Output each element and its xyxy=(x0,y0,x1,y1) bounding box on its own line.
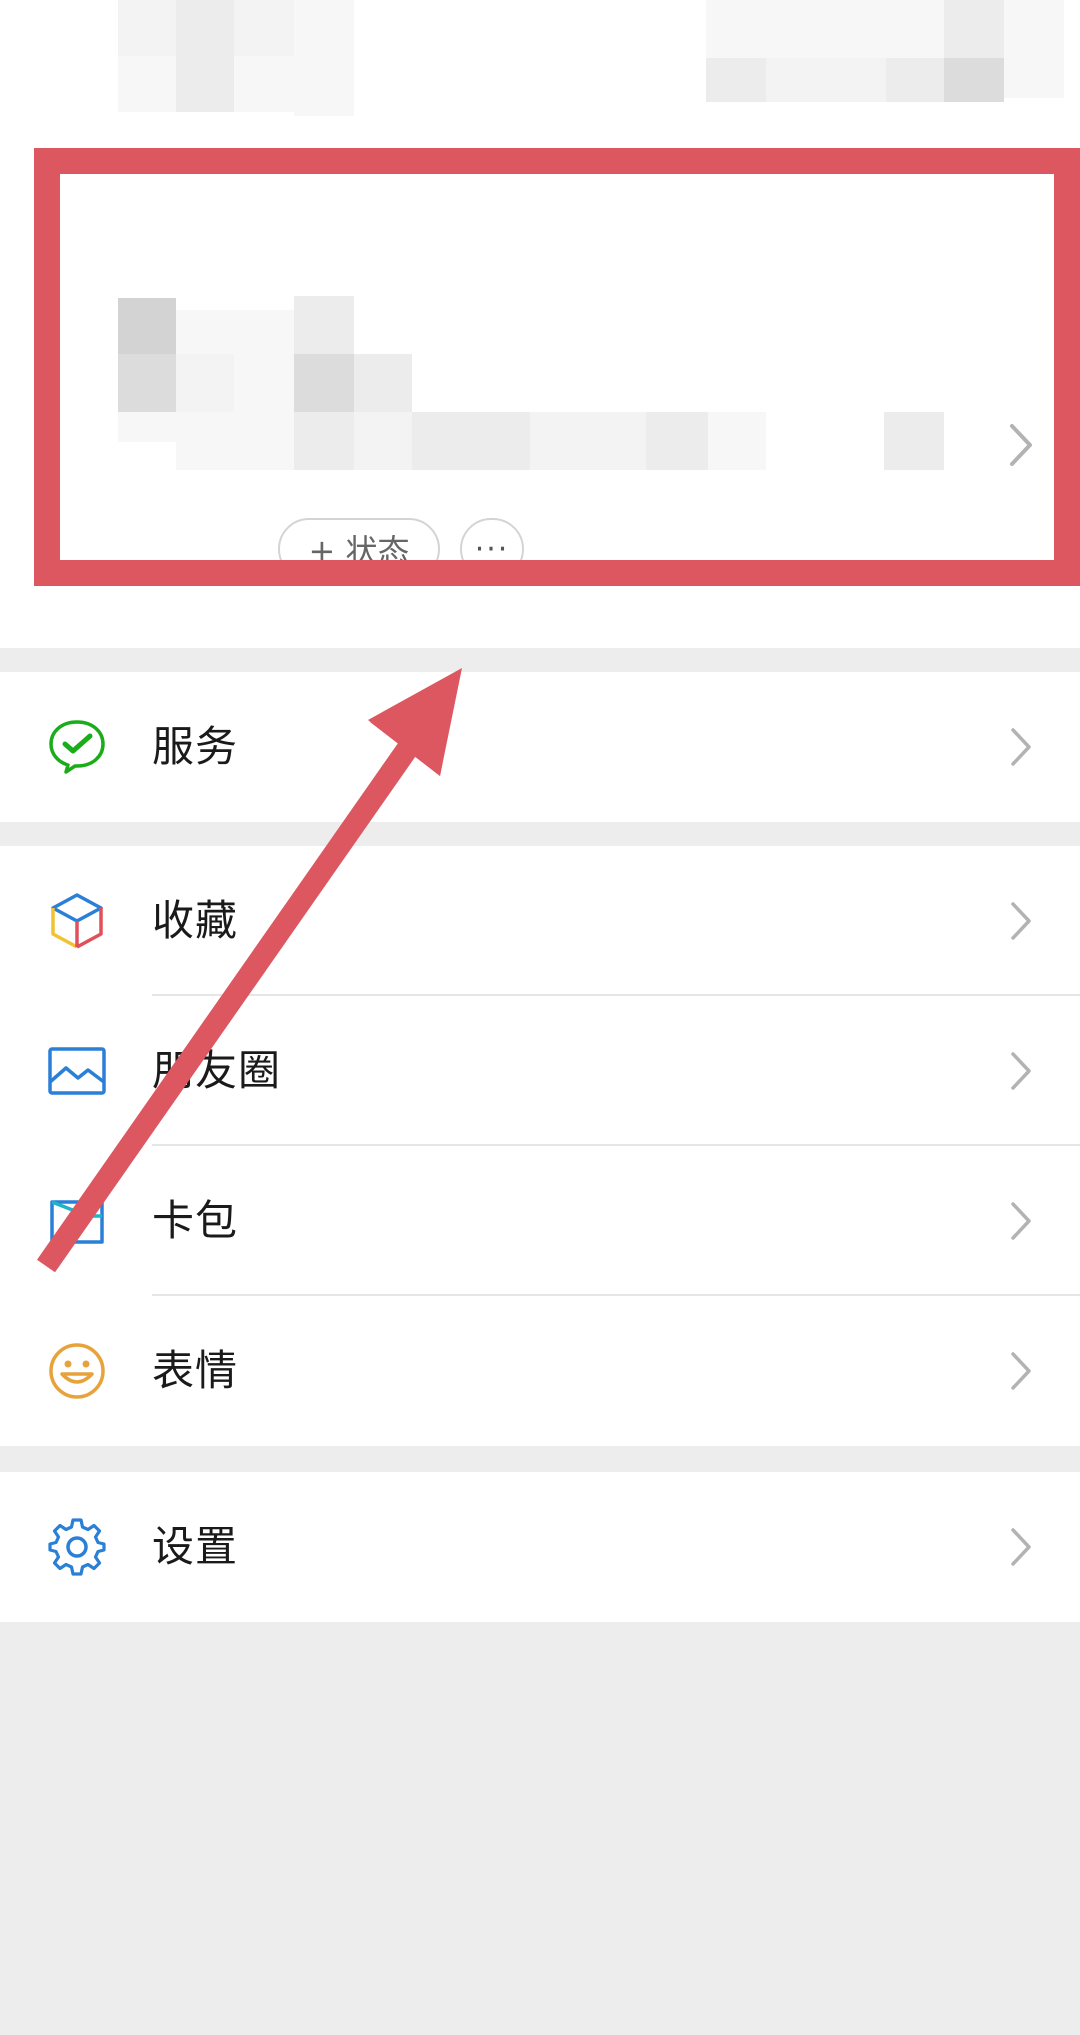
add-status-button[interactable]: + 状态 xyxy=(278,518,440,580)
blurred-region xyxy=(294,296,354,354)
card-wallet-icon xyxy=(50,1200,104,1244)
chevron-right-icon xyxy=(1011,1528,1031,1566)
blurred-region xyxy=(294,56,354,116)
menu-item-favorites[interactable]: 收藏 xyxy=(0,846,1080,996)
add-status-label: + 状态 xyxy=(308,532,410,570)
menu-group-settings: 设置 xyxy=(0,1472,1080,1622)
blurred-region xyxy=(176,0,234,56)
chevron-right-icon xyxy=(1011,902,1031,940)
menu-item-label: 卡包 xyxy=(152,1196,239,1245)
blurred-region xyxy=(176,354,234,412)
wechat-id xyxy=(294,412,354,470)
menu-item-services[interactable]: 服务 xyxy=(0,672,1080,822)
blurred-region xyxy=(176,412,294,470)
wechat-pay-check-icon xyxy=(49,720,105,774)
menu-group-services: 服务 xyxy=(0,672,1080,822)
menu-group-main: 收藏 朋友圈 卡包 表情 xyxy=(0,846,1080,1446)
more-dots-icon: ··· xyxy=(474,531,510,567)
me-page: + 状态 ··· 服务 收藏 朋友圈 卡包 表情 设置 xyxy=(0,0,1080,2035)
blurred-region xyxy=(294,0,354,56)
more-button[interactable]: ··· xyxy=(460,518,524,580)
blurred-region xyxy=(176,56,234,112)
blurred-region xyxy=(354,412,412,470)
chevron-right-icon xyxy=(1011,728,1031,766)
qr-code-icon[interactable] xyxy=(884,412,944,470)
blurred-region xyxy=(234,310,294,412)
cube-icon xyxy=(51,893,103,949)
menu-item-label: 收藏 xyxy=(152,896,239,945)
blurred-region xyxy=(530,412,646,470)
blurred-region xyxy=(944,58,1004,102)
blurred-region xyxy=(354,354,412,412)
blurred-region xyxy=(176,310,234,354)
blurred-region xyxy=(294,354,354,412)
blurred-region xyxy=(708,412,766,470)
avatar xyxy=(118,298,176,354)
photo-icon xyxy=(48,1047,106,1095)
blurred-region xyxy=(646,412,708,470)
menu-item-label: 设置 xyxy=(152,1522,239,1571)
blurred-region xyxy=(766,58,826,102)
blurred-region xyxy=(1004,0,1064,58)
gear-icon xyxy=(48,1518,106,1576)
blurred-region xyxy=(234,56,294,112)
blurred-region xyxy=(234,0,294,56)
blurred-region xyxy=(706,58,766,102)
menu-item-moments[interactable]: 朋友圈 xyxy=(0,996,1080,1146)
blurred-region xyxy=(1004,58,1064,98)
blurred-region xyxy=(706,0,826,58)
smiley-icon xyxy=(49,1343,105,1399)
blurred-region xyxy=(944,0,1004,58)
chevron-right-icon xyxy=(1011,1052,1031,1090)
profile-header[interactable]: + 状态 ··· xyxy=(0,0,1080,648)
blurred-region xyxy=(826,0,944,58)
blurred-region xyxy=(118,412,176,442)
blurred-region xyxy=(412,412,530,470)
blurred-region xyxy=(118,354,176,412)
blurred-region xyxy=(118,56,176,112)
menu-item-settings[interactable]: 设置 xyxy=(0,1472,1080,1622)
menu-item-label: 服务 xyxy=(152,722,239,771)
blurred-region xyxy=(826,58,886,102)
menu-item-cards[interactable]: 卡包 xyxy=(0,1146,1080,1296)
chevron-right-icon xyxy=(1010,424,1032,466)
menu-item-stickers[interactable]: 表情 xyxy=(0,1296,1080,1446)
blurred-region xyxy=(886,58,944,102)
blurred-region xyxy=(118,0,176,56)
menu-item-label: 表情 xyxy=(152,1346,239,1395)
chevron-right-icon xyxy=(1011,1202,1031,1240)
menu-item-label: 朋友圈 xyxy=(152,1046,282,1095)
chevron-right-icon xyxy=(1011,1352,1031,1390)
